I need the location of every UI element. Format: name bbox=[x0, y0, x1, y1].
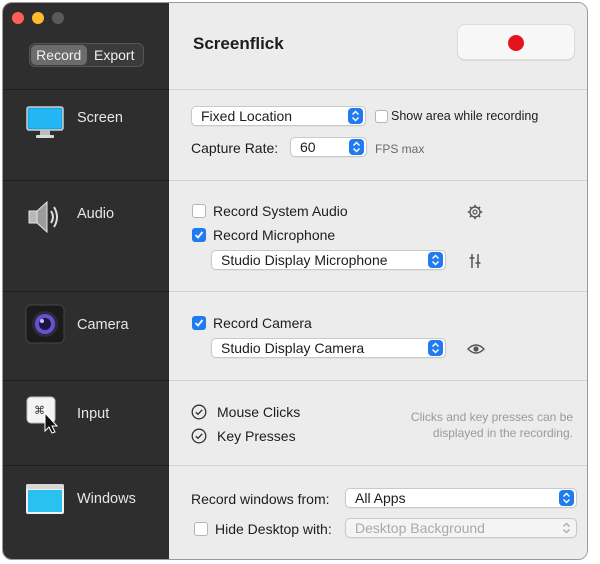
capture-rate-select[interactable]: 60 bbox=[290, 137, 367, 157]
svg-text:⌘: ⌘ bbox=[34, 404, 45, 417]
monitor-icon bbox=[26, 106, 64, 138]
microphone-checkbox[interactable] bbox=[192, 228, 206, 242]
location-value: Fixed Location bbox=[201, 108, 293, 124]
record-button[interactable] bbox=[457, 24, 575, 60]
hide-desktop-value: Desktop Background bbox=[355, 520, 485, 536]
speaker-icon bbox=[28, 200, 58, 234]
microphone-label: Record Microphone bbox=[213, 227, 336, 243]
hide-desktop-select[interactable]: Desktop Background bbox=[345, 518, 577, 538]
fps-label: FPS max bbox=[375, 142, 425, 156]
check-circle-icon bbox=[191, 428, 207, 444]
sidebar-item-input[interactable]: ⌘ Input bbox=[3, 381, 169, 465]
sidebar-item-audio[interactable]: Audio bbox=[3, 181, 169, 291]
sidebar-item-label: Audio bbox=[77, 206, 115, 222]
record-from-value: All Apps bbox=[355, 490, 406, 506]
divider bbox=[169, 291, 587, 292]
record-mode-tab[interactable]: Record bbox=[31, 45, 87, 65]
sidebar: Record Export Screen Audio Camera ⌘ Inpu… bbox=[3, 3, 169, 559]
chevron-updown-icon bbox=[559, 520, 574, 536]
mode-segmented-control: Record Export bbox=[29, 43, 144, 67]
zoom-window-button[interactable] bbox=[52, 12, 64, 24]
input-note-line: displayed in the recording. bbox=[432, 426, 573, 440]
sidebar-item-label: Windows bbox=[77, 491, 136, 507]
keyboard-cursor-icon: ⌘ bbox=[26, 396, 59, 434]
chevron-updown-icon bbox=[349, 139, 364, 155]
divider bbox=[169, 465, 587, 466]
microphone-device-select[interactable]: Studio Display Microphone bbox=[211, 250, 446, 270]
show-area-label: Show area while recording bbox=[391, 109, 539, 123]
divider bbox=[169, 180, 587, 181]
minimize-window-button[interactable] bbox=[32, 12, 44, 24]
key-presses-label: Key Presses bbox=[217, 428, 296, 444]
eye-icon[interactable] bbox=[467, 341, 485, 357]
input-note: Clicks and key presses can be displayed … bbox=[411, 409, 573, 441]
camera-icon bbox=[25, 304, 65, 344]
sidebar-item-windows[interactable]: Windows bbox=[3, 466, 169, 559]
sidebar-item-screen[interactable]: Screen bbox=[3, 93, 169, 181]
location-select[interactable]: Fixed Location bbox=[191, 106, 366, 126]
divider bbox=[169, 380, 587, 381]
gear-icon[interactable] bbox=[467, 204, 483, 220]
chevron-updown-icon bbox=[428, 340, 443, 356]
sidebar-item-label: Camera bbox=[77, 317, 129, 333]
sidebar-item-label: Screen bbox=[77, 110, 123, 126]
close-window-button[interactable] bbox=[12, 12, 24, 24]
microphone-device-value: Studio Display Microphone bbox=[221, 252, 388, 268]
chevron-updown-icon bbox=[348, 108, 363, 124]
chevron-updown-icon bbox=[559, 490, 574, 506]
capture-rate-label: Capture Rate: bbox=[191, 140, 279, 156]
settings-panel: Screenflick Fixed Location Show area whi… bbox=[169, 3, 587, 559]
show-area-checkbox[interactable] bbox=[375, 110, 388, 123]
capture-rate-value: 60 bbox=[300, 139, 316, 155]
record-from-select[interactable]: All Apps bbox=[345, 488, 577, 508]
camera-device-value: Studio Display Camera bbox=[221, 340, 365, 356]
system-audio-label: Record System Audio bbox=[213, 203, 348, 219]
input-note-line: Clicks and key presses can be bbox=[410, 410, 573, 424]
divider bbox=[169, 89, 587, 90]
hide-desktop-checkbox[interactable] bbox=[194, 522, 208, 536]
export-mode-tab[interactable]: Export bbox=[87, 45, 143, 65]
sidebar-item-camera[interactable]: Camera bbox=[3, 292, 169, 380]
hide-desktop-label: Hide Desktop with: bbox=[215, 521, 332, 537]
record-from-label: Record windows from: bbox=[191, 491, 330, 507]
camera-device-select[interactable]: Studio Display Camera bbox=[211, 338, 446, 358]
sidebar-item-label: Input bbox=[77, 406, 110, 422]
app-window: Record Export Screen Audio Camera ⌘ Inpu… bbox=[2, 2, 588, 560]
record-icon bbox=[508, 35, 524, 51]
check-circle-icon bbox=[191, 404, 207, 420]
mouse-clicks-label: Mouse Clicks bbox=[217, 404, 301, 420]
mixer-sliders-icon[interactable] bbox=[467, 253, 483, 269]
windows-icon bbox=[26, 484, 64, 514]
system-audio-checkbox[interactable] bbox=[192, 204, 206, 218]
app-title: Screenflick bbox=[193, 34, 284, 53]
divider bbox=[3, 89, 169, 90]
record-camera-checkbox[interactable] bbox=[192, 316, 206, 330]
record-camera-label: Record Camera bbox=[213, 315, 312, 331]
chevron-updown-icon bbox=[428, 252, 443, 268]
